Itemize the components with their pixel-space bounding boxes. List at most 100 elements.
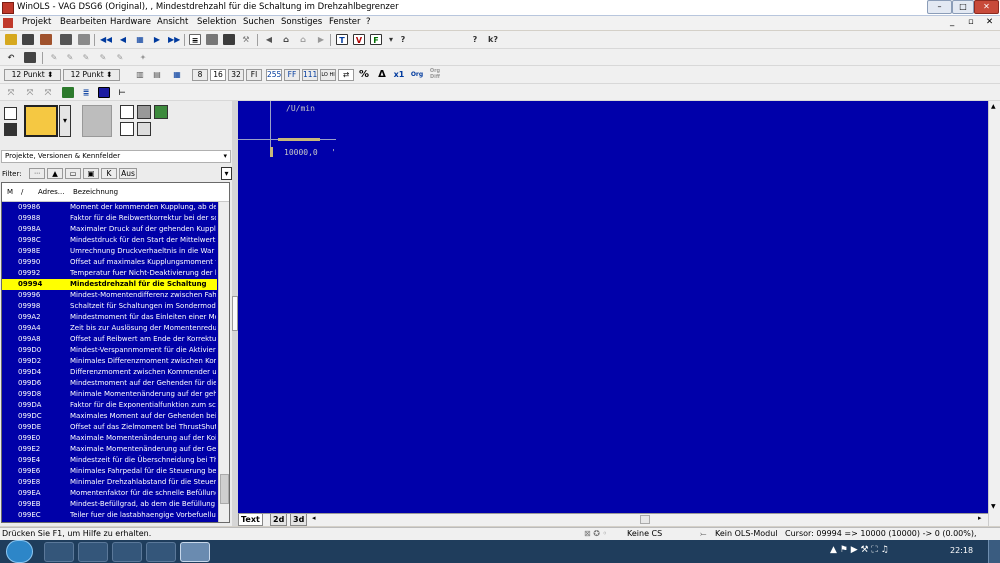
factor-button[interactable]: x1 xyxy=(393,69,405,80)
zoom-a-icon[interactable]: ⤧ xyxy=(5,87,17,98)
help-icon[interactable]: ? xyxy=(397,34,409,45)
list-item[interactable]: 099D8 Minimale Momentenänderung auf der g… xyxy=(2,389,217,400)
t-window-icon[interactable]: T xyxy=(336,34,348,45)
menu-bearbeiten[interactable]: Bearbeiten xyxy=(60,17,107,27)
start-button[interactable] xyxy=(6,540,33,563)
taskbar-chrome-icon[interactable] xyxy=(44,542,74,562)
wrench-icon[interactable]: ⚒ xyxy=(240,34,252,45)
list-item[interactable]: 099DC Maximales Moment auf der Gehenden b… xyxy=(2,411,217,422)
maximize-button[interactable]: □ xyxy=(952,0,974,14)
table-icon[interactable]: ▦ xyxy=(134,34,146,45)
hex-view-icon[interactable] xyxy=(206,34,218,45)
font-size-select-2[interactable]: 12 Punkt ⬍ xyxy=(63,69,120,81)
system-tray-icons[interactable]: ▲ ⚑ ▶ ⚒ ⛶ ♫ xyxy=(830,545,889,555)
filter-all-button[interactable]: ⋯ xyxy=(29,168,45,179)
dropdown-arrow-icon[interactable]: ▾ xyxy=(385,34,397,45)
split-view-icon[interactable]: ⊢ xyxy=(116,87,128,98)
tab-text[interactable]: Text xyxy=(238,514,263,526)
wizard-icon[interactable] xyxy=(5,34,17,45)
font-size-select-1[interactable]: 12 Punkt ⬍ xyxy=(4,69,61,81)
map-editor[interactable]: /U/min 10000,0 ' xyxy=(238,101,988,513)
tool-a-icon[interactable]: ✎ xyxy=(48,52,60,63)
map-list-icon[interactable]: ≡ xyxy=(189,34,201,45)
open-dropdown-icon[interactable]: ▾ xyxy=(59,105,71,137)
list-scrollbar[interactable] xyxy=(218,202,229,522)
cell-value[interactable]: 10000,0 xyxy=(284,148,318,157)
filter-aus-button[interactable]: Aus xyxy=(119,168,137,179)
menu-hardware[interactable]: Hardware xyxy=(110,17,151,27)
list-item[interactable]: 09988 Faktor für die Reibwertkorrektur be… xyxy=(2,213,217,224)
list-item[interactable]: 09990 Offset auf maximales Kupplungsmomen… xyxy=(2,257,217,268)
view-float-button[interactable]: Fl xyxy=(246,69,262,81)
project-view-dropdown[interactable]: Projekte, Versionen & Kennfelder ▾ xyxy=(1,150,231,163)
close-button[interactable]: ✕ xyxy=(974,0,999,14)
taskbar-winols-icon[interactable] xyxy=(180,542,210,562)
context-help-icon[interactable]: k? xyxy=(487,34,499,45)
menu-ansicht[interactable]: Ansicht xyxy=(157,17,188,27)
list-item[interactable]: 099A2 Mindestmoment für das Einleiten ein… xyxy=(2,312,217,323)
radix-decimal-button[interactable]: 255 xyxy=(266,69,282,81)
list-item[interactable]: 09992 Temperatur fuer Nicht-Deaktivierung… xyxy=(2,268,217,279)
list-item-selected[interactable]: 09994 Mindestdrehzahl für die Schaltung xyxy=(2,279,217,290)
taskbar-browser-icon[interactable] xyxy=(146,542,176,562)
clock[interactable]: 22:18 xyxy=(950,546,973,555)
zoom-c-icon[interactable]: ⤧ xyxy=(42,87,54,98)
first-icon[interactable]: ◀◀ xyxy=(100,34,112,45)
list-item[interactable]: 099E2 Maximale Momentenänderung auf der G… xyxy=(2,444,217,455)
forward-home-icon[interactable]: ⌂ xyxy=(297,34,309,45)
column-header-sort[interactable]: / xyxy=(21,188,23,196)
list-item[interactable]: 099A8 Offset auf Reibwert am Ende der Kor… xyxy=(2,334,217,345)
tool-e-icon[interactable]: ✎ xyxy=(114,52,126,63)
export-icon[interactable] xyxy=(120,122,134,136)
next-icon[interactable]: ▶ xyxy=(151,34,163,45)
horizontal-scroll-thumb[interactable] xyxy=(640,515,650,524)
view-32bit-button[interactable]: 32 xyxy=(228,69,244,81)
list-item[interactable]: 099E0 Maximale Momentenänderung auf der K… xyxy=(2,433,217,444)
scroll-right-icon[interactable]: ▸ xyxy=(978,514,982,522)
list-item[interactable]: 099D4 Differenzmoment zwischen Kommender … xyxy=(2,367,217,378)
editor-vertical-scrollbar[interactable]: ▲ ▼ xyxy=(988,101,1000,526)
new-project-icon[interactable] xyxy=(4,107,17,120)
compare-icon[interactable] xyxy=(137,122,151,136)
original-diff-button[interactable]: Org Diff xyxy=(427,68,443,81)
tool-f-icon[interactable]: ✦ xyxy=(137,52,149,63)
columns-icon[interactable]: ▥ xyxy=(134,69,146,80)
list-item[interactable]: 09996 Mindest-Momentendifferenz zwischen … xyxy=(2,290,217,301)
minimize-button[interactable]: – xyxy=(927,0,952,14)
list-item[interactable]: 099D2 Minimales Differenzmoment zwischen … xyxy=(2,356,217,367)
list-item[interactable]: 099EA Momentenfaktor für die schnelle Bef… xyxy=(2,488,217,499)
script-icon[interactable] xyxy=(137,105,151,119)
import-data-icon[interactable] xyxy=(120,105,134,119)
list-item[interactable]: 099E8 Minimaler Drehzahlabstand für die S… xyxy=(2,477,217,488)
last-icon[interactable]: ▶▶ xyxy=(168,34,180,45)
signed-button[interactable]: ⇄ xyxy=(338,69,354,81)
child-close-button[interactable]: ✕ xyxy=(986,17,993,27)
list-item[interactable]: 099D0 Mindest-Verspannmoment für die Akti… xyxy=(2,345,217,356)
tool-c-icon[interactable]: ✎ xyxy=(80,52,92,63)
color-icon[interactable] xyxy=(62,87,74,98)
tab-3d[interactable]: 3d xyxy=(290,514,308,526)
list-item[interactable]: 09998 Schaltzeit für Schaltungen im Sonde… xyxy=(2,301,217,312)
scroll-up-icon[interactable]: ▲ xyxy=(991,103,996,110)
filter-k-button[interactable]: K xyxy=(101,168,117,179)
tool-b-icon[interactable]: ✎ xyxy=(64,52,76,63)
filter-menu-icon[interactable]: ▾ xyxy=(221,167,232,180)
project-tool-icon[interactable] xyxy=(82,105,112,137)
tab-2d[interactable]: 2d xyxy=(270,514,288,526)
import-icon[interactable] xyxy=(40,34,52,45)
column-header-name[interactable]: Bezeichnung xyxy=(73,188,118,196)
edit-icon[interactable] xyxy=(24,52,36,63)
back-icon[interactable]: ◀ xyxy=(263,34,275,45)
zoom-b-icon[interactable]: ⤧ xyxy=(24,87,36,98)
list-item[interactable]: 099E4 Mindestzeit für die Überschneidung … xyxy=(2,455,217,466)
column-header-address[interactable]: Adres... xyxy=(38,188,64,196)
scroll-left-icon[interactable]: ◂ xyxy=(312,514,316,522)
previous-icon[interactable]: ◀ xyxy=(117,34,129,45)
menu-sonstiges[interactable]: Sonstiges xyxy=(281,17,322,27)
filter-a-button[interactable]: ▲ xyxy=(47,168,63,179)
lohi-button[interactable]: LO HI xyxy=(320,69,336,81)
list-item[interactable]: 099DE Offset auf das Zielmoment bei Thrus… xyxy=(2,422,217,433)
list-view-icon[interactable]: ≣ xyxy=(80,87,92,98)
view-8bit-button[interactable]: 8 xyxy=(192,69,208,81)
radix-hex-button[interactable]: FF xyxy=(284,69,300,81)
